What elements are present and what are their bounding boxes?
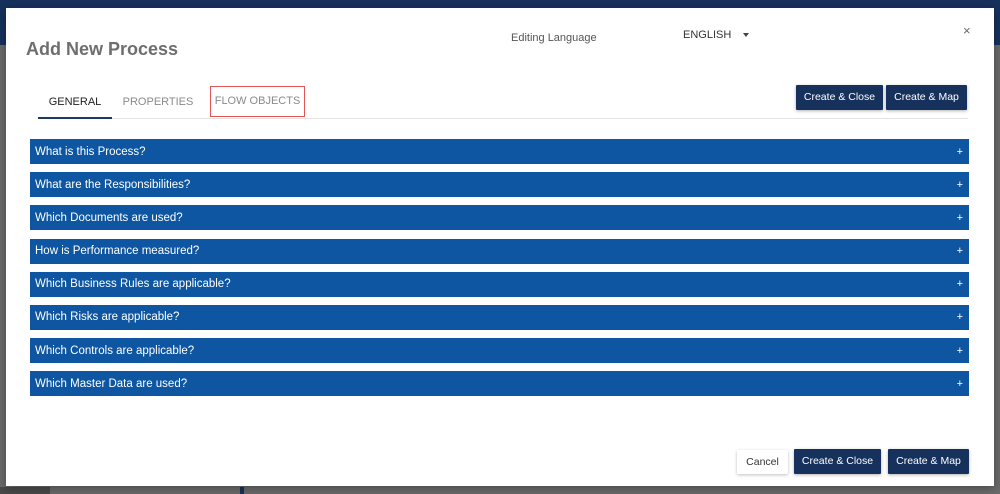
section-risks[interactable]: Which Risks are applicable? + — [30, 304, 969, 330]
plus-icon[interactable]: + — [957, 212, 963, 224]
section-label: Which Risks are applicable? — [35, 311, 180, 324]
create-map-button-bottom[interactable]: Create & Map — [888, 449, 969, 474]
plus-icon[interactable]: + — [957, 245, 963, 257]
language-select-value: ENGLISH — [683, 29, 732, 41]
create-close-button-bottom[interactable]: Create & Close — [794, 449, 881, 474]
plus-icon[interactable]: + — [957, 179, 963, 191]
section-label: Which Controls are applicable? — [35, 344, 195, 357]
section-business-rules[interactable]: Which Business Rules are applicable? + — [30, 271, 969, 297]
plus-icon[interactable]: + — [957, 345, 963, 357]
section-label: How is Performance measured? — [35, 245, 200, 258]
background-divider — [240, 487, 244, 494]
section-master-data[interactable]: Which Master Data are used? + — [30, 371, 969, 397]
tab-flow-objects[interactable]: FLOW OBJECTS — [210, 86, 305, 117]
cancel-button[interactable]: Cancel — [737, 450, 788, 474]
section-documents[interactable]: Which Documents are used? + — [30, 205, 969, 231]
plus-icon[interactable]: + — [957, 146, 963, 158]
caret-down-icon — [743, 33, 750, 37]
plus-icon[interactable]: + — [957, 311, 963, 323]
close-icon[interactable]: × — [963, 23, 971, 38]
background-tab — [0, 487, 50, 494]
plus-icon[interactable]: + — [957, 378, 963, 390]
section-label: What is this Process? — [35, 145, 146, 158]
section-label: Which Documents are used? — [35, 211, 183, 224]
language-select[interactable]: ENGLISH — [683, 29, 750, 41]
dialog-title: Add New Process — [26, 39, 179, 59]
section-label: What are the Responsibilities? — [35, 178, 191, 191]
section-responsibilities[interactable]: What are the Responsibilities? + — [30, 172, 969, 198]
create-map-button-top[interactable]: Create & Map — [886, 85, 967, 110]
tab-general[interactable]: GENERAL — [38, 88, 112, 119]
sections-accordion: What is this Process? + What are the Res… — [30, 139, 969, 405]
section-what-is-this-process[interactable]: What is this Process? + — [30, 139, 969, 164]
create-close-button-top[interactable]: Create & Close — [796, 85, 883, 110]
plus-icon[interactable]: + — [957, 278, 963, 290]
section-performance[interactable]: How is Performance measured? + — [30, 238, 969, 264]
section-label: Which Master Data are used? — [35, 377, 188, 390]
editing-language-label: Editing Language — [511, 32, 597, 44]
add-process-dialog: Add New Process Editing Language ENGLISH… — [6, 8, 994, 486]
tab-properties[interactable]: PROPERTIES — [122, 88, 194, 119]
section-controls[interactable]: Which Controls are applicable? + — [30, 338, 969, 364]
section-label: Which Business Rules are applicable? — [35, 278, 231, 291]
